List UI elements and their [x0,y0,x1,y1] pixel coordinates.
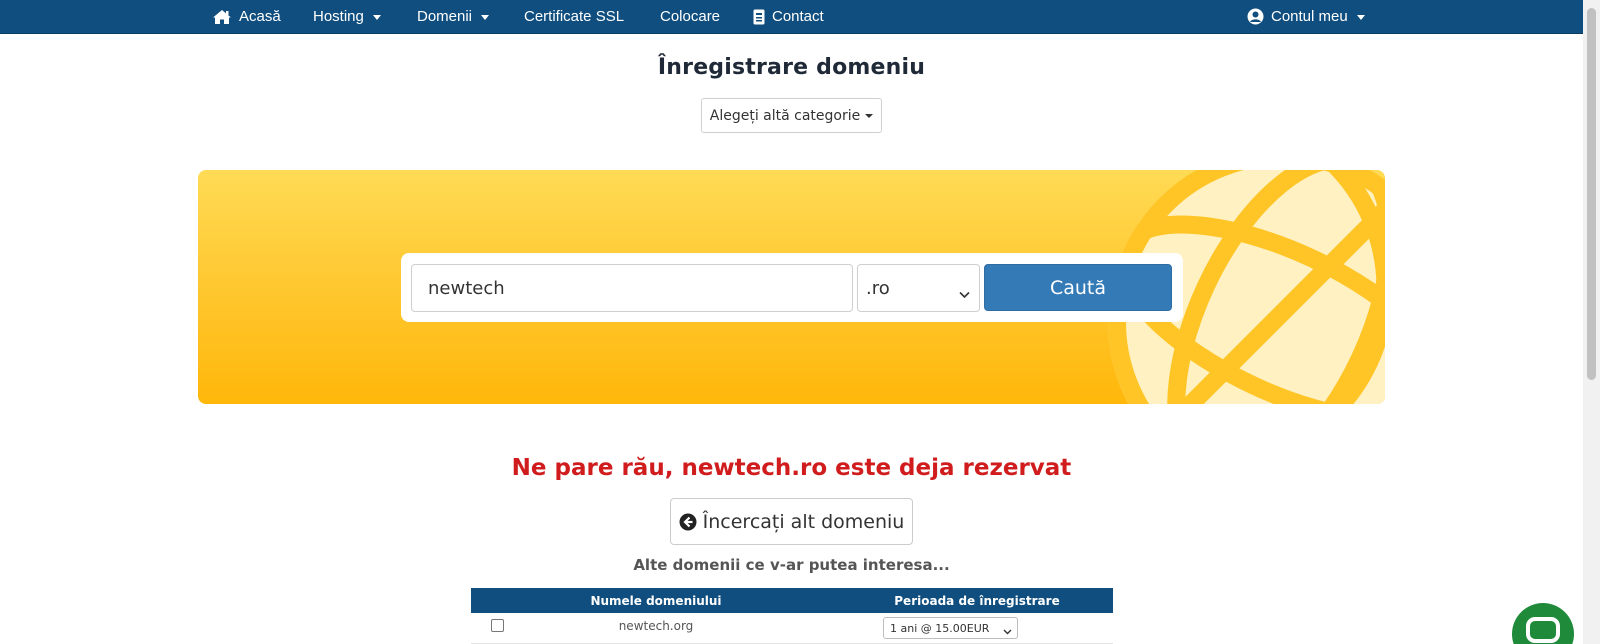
nav-domains-label: Domenii [417,8,473,25]
chevron-down-icon [1003,625,1012,638]
chat-widget-button[interactable] [1512,603,1574,644]
table-row: newtech.org 1 ani @ 15.00EUR [471,613,1113,644]
try-another-domain-button[interactable]: Încercați alt domeniu [670,498,913,545]
nav-account-label: Contul meu [1271,8,1348,25]
nav-home[interactable]: Acasă [212,0,281,33]
nav-hosting[interactable]: Hosting [313,0,381,33]
nav-domains[interactable]: Domenii [417,0,490,33]
chevron-down-icon [1356,14,1365,20]
nav-colocation[interactable]: Colocare [660,0,720,33]
suggestions-heading: Alte domenii ce v-ar putea interesa... [633,556,950,574]
tld-selected-value: .ro [866,277,890,299]
page-title: Înregistrare domeniu [657,55,926,80]
column-header-domain: Numele domeniului [590,593,722,608]
arrow-left-circle-icon [679,513,697,531]
chat-icon [1526,617,1560,644]
column-header-period: Perioada de înregistrare [894,593,1060,608]
contact-card-icon [753,9,765,25]
nav-contact[interactable]: Contact [753,0,824,33]
chevron-down-icon [959,283,970,304]
caret-down-icon [865,113,874,118]
nav-ssl[interactable]: Certificate SSL [524,0,624,33]
nav-home-label: Acasă [239,8,281,25]
nav-contact-label: Contact [772,8,824,25]
chevron-down-icon [481,14,490,20]
top-navbar: Acasă Hosting Domenii Certificate SSL Co… [0,0,1583,34]
nav-ssl-label: Certificate SSL [524,8,625,25]
domain-search-input[interactable] [411,264,853,312]
try-another-domain-label: Încercați alt domeniu [702,510,905,533]
suggestions-table-header: Numele domeniului Perioada de înregistra… [471,588,1113,613]
nav-hosting-label: Hosting [313,8,364,25]
choose-category-button[interactable]: Alegeți altă categorie [701,98,882,133]
domain-unavailable-message: Ne pare rău, newtech.ro este deja rezerv… [511,455,1072,481]
suggested-domain-name: newtech.org [618,619,694,633]
chevron-down-icon [372,14,381,20]
nav-colocation-label: Colocare [660,8,721,25]
scrollbar-thumb[interactable] [1587,8,1596,380]
registration-period-value: 1 ani @ 15.00EUR [890,621,990,635]
tld-select[interactable]: .ro [857,264,980,312]
user-circle-icon [1247,8,1264,25]
choose-category-label: Alegeți altă categorie [709,107,861,124]
nav-account[interactable]: Contul meu [1247,0,1365,33]
registration-period-select[interactable]: 1 ani @ 15.00EUR [883,617,1018,639]
home-icon [212,9,232,25]
search-button[interactable]: Caută [984,264,1172,311]
